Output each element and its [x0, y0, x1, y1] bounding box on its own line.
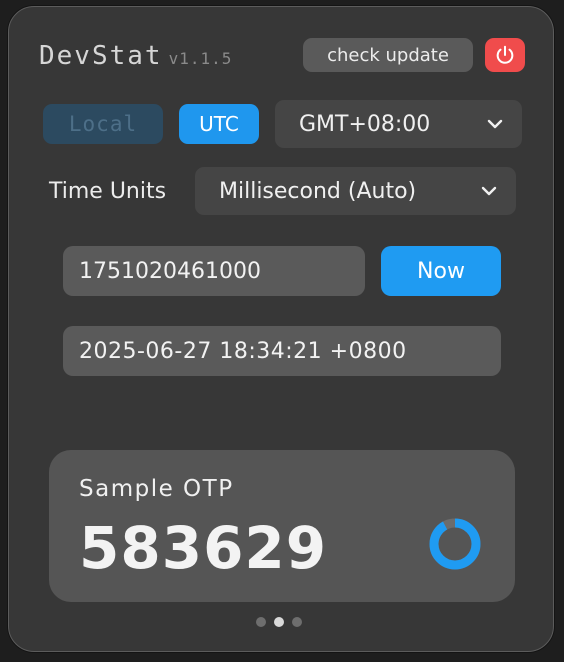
otp-card: Sample OTP 583629	[49, 450, 515, 602]
now-button[interactable]: Now	[381, 246, 501, 296]
app-name: DevStat	[39, 41, 163, 71]
page-dot[interactable]	[292, 617, 302, 627]
otp-timer-arc	[429, 518, 481, 570]
otp-label: Sample OTP	[79, 476, 234, 502]
page-indicator	[256, 617, 302, 627]
utc-toggle[interactable]: UTC	[179, 104, 259, 144]
check-update-button[interactable]: check update	[303, 38, 473, 72]
page-dot[interactable]	[256, 617, 266, 627]
power-icon	[496, 45, 514, 64]
app-version: v1.1.5	[168, 49, 233, 68]
datetime-input[interactable]: 2025-06-27 18:34:21 +0800	[63, 326, 501, 376]
time-units-label: Time Units	[49, 179, 167, 204]
app-title: DevStat v1.1.5	[39, 41, 232, 71]
otp-code: 583629	[79, 514, 328, 582]
time-units-value: Millisecond (Auto)	[219, 178, 417, 204]
timestamp-input[interactable]: 1751020461000	[63, 246, 365, 296]
chevron-down-icon	[487, 119, 503, 129]
timezone-select[interactable]: GMT+08:00	[275, 100, 522, 148]
devstat-window: DevStat v1.1.5 check update Local UTC GMT…	[8, 6, 554, 652]
local-toggle[interactable]: Local	[43, 104, 163, 144]
time-units-select[interactable]: Millisecond (Auto)	[195, 167, 516, 215]
timezone-value: GMT+08:00	[299, 111, 431, 137]
otp-timer-ring	[429, 518, 481, 570]
power-button[interactable]	[485, 38, 525, 72]
chevron-down-icon	[481, 186, 497, 196]
page-dot[interactable]	[274, 617, 284, 627]
